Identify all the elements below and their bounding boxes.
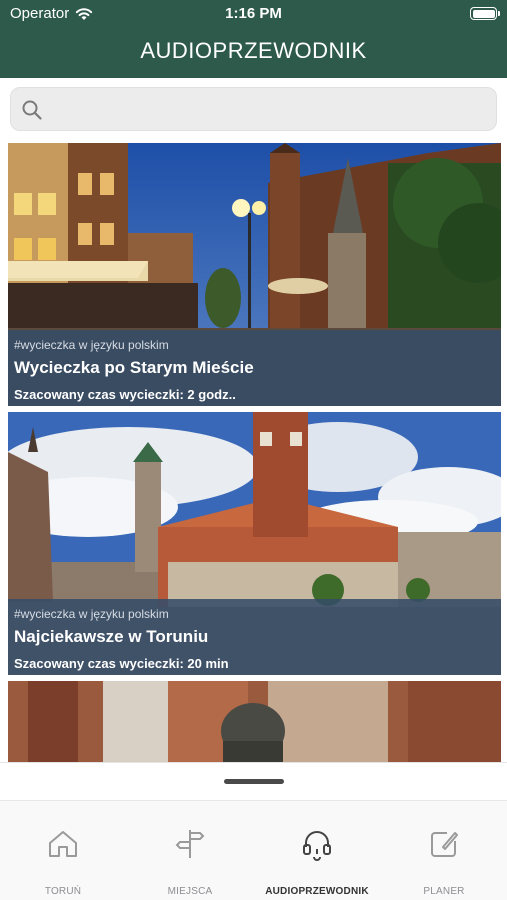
tab-label: MIEJSCA xyxy=(167,886,213,897)
tour-duration: Szacowany czas wycieczki: 2 godz.. xyxy=(14,387,236,402)
tour-photo xyxy=(8,681,501,763)
edit-icon xyxy=(431,832,458,857)
tour-card-info: #wycieczka w języku polskim Wycieczka po… xyxy=(8,330,501,406)
tab-miejsca[interactable]: MIEJSCA xyxy=(127,801,253,900)
status-time: 1:16 PM xyxy=(225,5,282,22)
tour-duration: Szacowany czas wycieczki: 20 min xyxy=(14,656,229,671)
house-icon xyxy=(49,831,77,857)
tour-tag: #wycieczka w języku polskim xyxy=(14,607,169,621)
tour-card[interactable]: #wycieczka w języku polskim Najciekawsze… xyxy=(8,412,501,675)
headphones-icon xyxy=(303,831,331,861)
tab-label: AUDIOPRZEWODNIK xyxy=(265,886,369,897)
tab-bar: TORUŃ MIEJSCA AUDIOPRZEWODNIK PLANER xyxy=(0,800,507,900)
tour-card[interactable] xyxy=(8,681,501,763)
tour-tag: #wycieczka w języku polskim xyxy=(14,338,169,352)
bottom-sheet-handle-area xyxy=(0,762,507,799)
battery-icon xyxy=(470,7,500,20)
tab-audioprzewodnik[interactable]: AUDIOPRZEWODNIK xyxy=(254,801,380,900)
tour-card-info: #wycieczka w języku polskim Najciekawsze… xyxy=(8,599,501,675)
search-icon xyxy=(22,100,42,120)
page-title: AUDIOPRZEWODNIK xyxy=(140,38,367,63)
search-section xyxy=(0,78,507,140)
search-bar[interactable] xyxy=(10,87,497,132)
app-header: Operator 1:16 PM AUDIOPRZEWODNIK xyxy=(0,0,507,78)
tab-label: PLANER xyxy=(423,886,465,897)
signpost-icon xyxy=(175,830,205,858)
tab-label: TORUŃ xyxy=(44,886,82,897)
search-input[interactable] xyxy=(53,88,488,132)
status-bar: Operator 1:16 PM xyxy=(0,0,507,28)
sheet-handle[interactable] xyxy=(224,779,284,784)
tour-title: Wycieczka po Starym Mieście xyxy=(14,358,254,377)
tour-title: Najciekawsze w Toruniu xyxy=(14,627,209,646)
tab-planer[interactable]: PLANER xyxy=(381,801,507,900)
tour-list[interactable]: #wycieczka w języku polskim Wycieczka po… xyxy=(0,143,507,763)
tab-torun[interactable]: TORUŃ xyxy=(0,801,126,900)
tour-card[interactable]: #wycieczka w języku polskim Wycieczka po… xyxy=(8,143,501,406)
